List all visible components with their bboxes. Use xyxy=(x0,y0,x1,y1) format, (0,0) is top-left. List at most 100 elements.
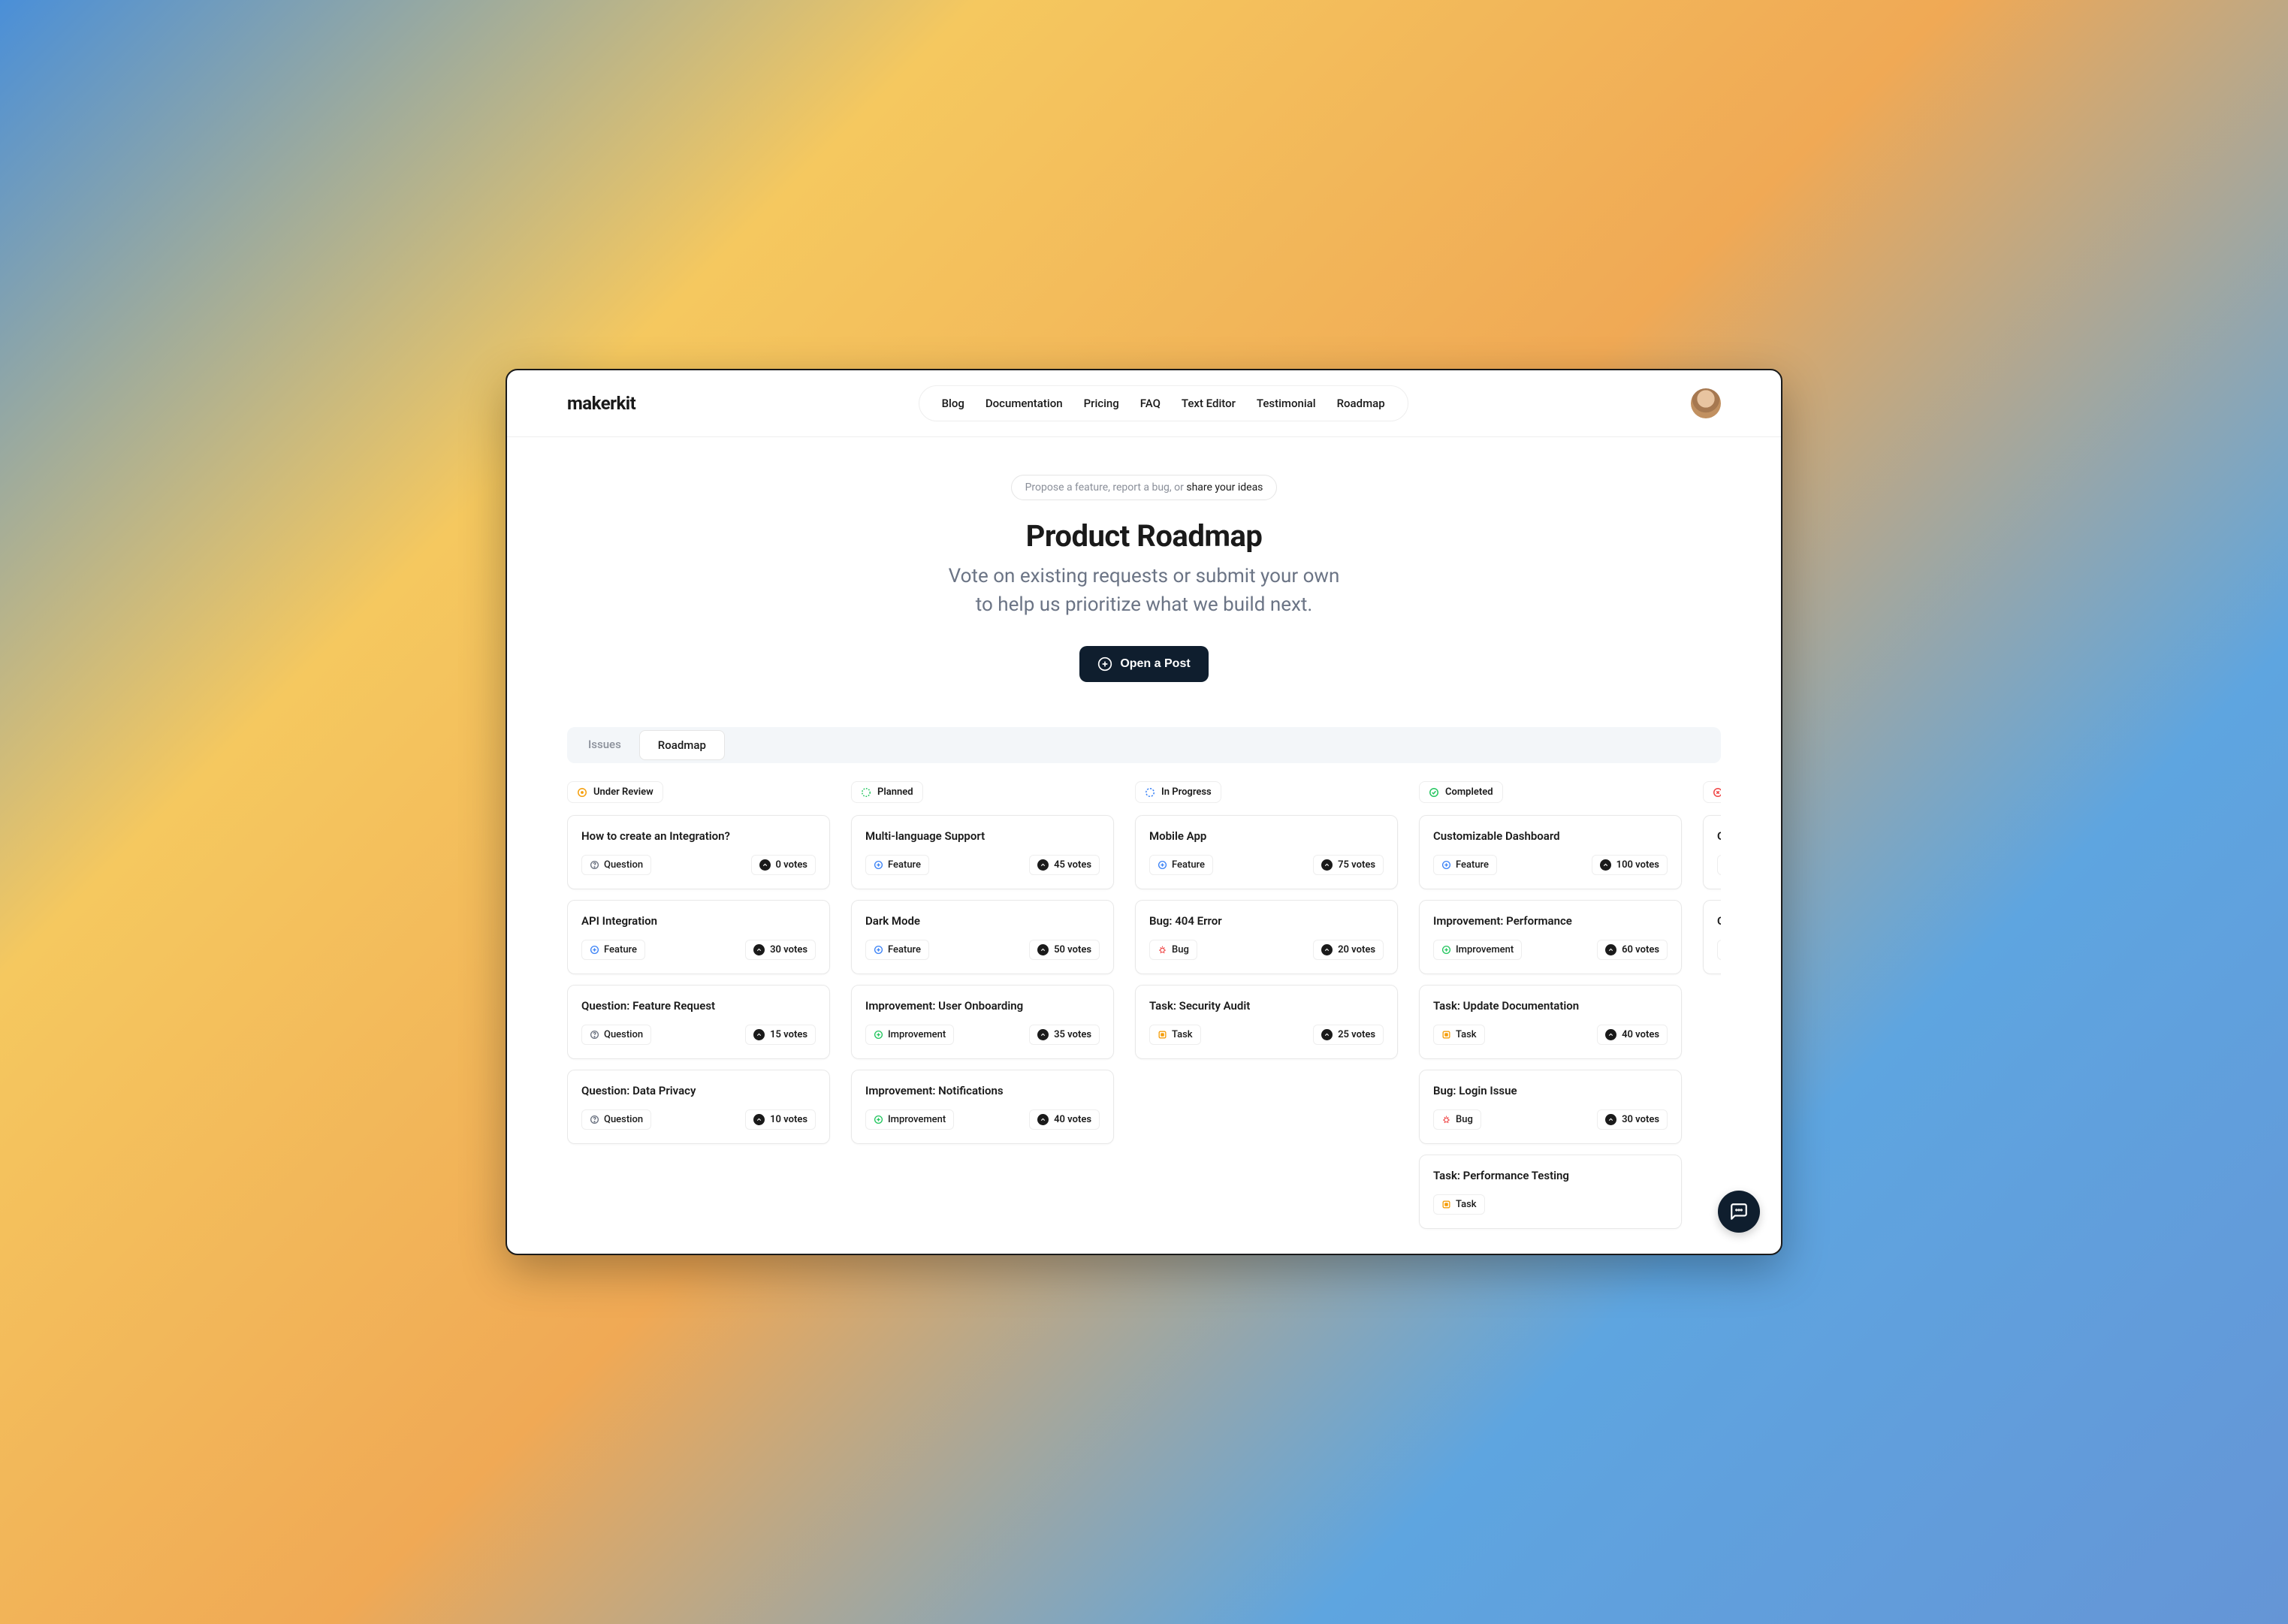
vote-button[interactable]: 25 votes xyxy=(1313,1025,1384,1045)
nav-documentation[interactable]: Documentation xyxy=(978,391,1070,416)
question-icon xyxy=(590,860,599,870)
nav-testimonial[interactable]: Testimonial xyxy=(1249,391,1324,416)
upvote-icon xyxy=(1605,944,1616,955)
roadmap-card[interactable]: Questi Qu xyxy=(1703,815,1721,889)
vote-button[interactable]: 35 votes xyxy=(1029,1025,1100,1045)
vote-button[interactable]: 40 votes xyxy=(1597,1025,1668,1045)
type-tag: Feature xyxy=(1149,855,1213,875)
type-tag: Feature xyxy=(865,940,929,960)
roadmap-card[interactable]: Dark Mode Feature 50 votes xyxy=(851,900,1114,974)
nav-faq[interactable]: FAQ xyxy=(1133,391,1168,416)
column-header: Planned xyxy=(851,781,923,803)
nav-roadmap[interactable]: Roadmap xyxy=(1330,391,1393,416)
vote-button[interactable]: 0 votes xyxy=(751,855,816,875)
vote-button[interactable]: 50 votes xyxy=(1029,940,1100,960)
card-footer: Question 15 votes xyxy=(581,1025,816,1045)
column-name: Under Review xyxy=(593,786,653,798)
roadmap-card[interactable]: Mobile App Feature 75 votes xyxy=(1135,815,1398,889)
card-title: Task: Security Audit xyxy=(1149,999,1384,1013)
vote-count: 35 votes xyxy=(1054,1029,1091,1040)
vote-count: 20 votes xyxy=(1338,944,1375,955)
card-footer: Improvement 60 votes xyxy=(1433,940,1668,960)
type-label: Task xyxy=(1456,1199,1477,1210)
cta-label: Open a Post xyxy=(1120,657,1190,671)
vote-button[interactable]: 60 votes xyxy=(1597,940,1668,960)
upvote-icon xyxy=(1321,944,1333,955)
roadmap-card[interactable]: Bug: 404 Error Bug 20 votes xyxy=(1135,900,1398,974)
logo[interactable]: makerkit xyxy=(567,393,635,414)
card-title: Question: Feature Request xyxy=(581,999,816,1013)
hero: Propose a feature, report a bug, or shar… xyxy=(567,475,1721,682)
type-tag: Qu xyxy=(1717,940,1721,960)
type-tag: Feature xyxy=(1433,855,1497,875)
card-footer: Task 25 votes xyxy=(1149,1025,1384,1045)
plus-circle-icon xyxy=(874,1115,883,1124)
column-name: In Progress xyxy=(1161,786,1212,798)
roadmap-card[interactable]: Multi-language Support Feature 45 votes xyxy=(851,815,1114,889)
vote-button[interactable]: 75 votes xyxy=(1313,855,1384,875)
type-tag: Task xyxy=(1149,1025,1201,1045)
plus-circle-icon xyxy=(1097,657,1112,672)
vote-button[interactable]: 40 votes xyxy=(1029,1109,1100,1130)
card-footer: Question 10 votes xyxy=(581,1109,816,1130)
roadmap-card[interactable]: Task: Performance Testing Task xyxy=(1419,1155,1682,1229)
review-icon xyxy=(577,787,587,798)
type-label: Feature xyxy=(1456,859,1489,871)
kanban-board[interactable]: Under Review How to create an Integratio… xyxy=(567,781,1721,1254)
roadmap-card[interactable]: Question: Feature Request Question 15 vo… xyxy=(567,985,830,1059)
upvote-icon xyxy=(1321,1029,1333,1040)
chat-button[interactable] xyxy=(1718,1191,1760,1233)
column-name: Planned xyxy=(877,786,913,798)
card-footer: Task xyxy=(1433,1194,1668,1215)
roadmap-card[interactable]: How to create an Integration? Question 0… xyxy=(567,815,830,889)
type-label: Question xyxy=(604,859,643,871)
upvote-icon xyxy=(753,1114,765,1125)
type-label: Question xyxy=(604,1029,643,1040)
main-nav: BlogDocumentationPricingFAQText EditorTe… xyxy=(919,385,1408,421)
tab-issues[interactable]: Issues xyxy=(570,730,639,760)
vote-button[interactable]: 30 votes xyxy=(1597,1109,1668,1130)
open-post-button[interactable]: Open a Post xyxy=(1079,646,1208,682)
plus-circle-icon xyxy=(874,1030,883,1040)
chip-dark-text: share your ideas xyxy=(1186,481,1263,494)
type-label: Feature xyxy=(604,944,637,955)
upvote-icon xyxy=(753,1029,765,1040)
roadmap-card[interactable]: Improvement: Notifications Improvement 4… xyxy=(851,1070,1114,1144)
nav-blog[interactable]: Blog xyxy=(934,391,972,416)
vote-button[interactable]: 15 votes xyxy=(745,1025,816,1045)
avatar[interactable] xyxy=(1691,388,1721,418)
card-footer: Feature 75 votes xyxy=(1149,855,1384,875)
vote-button[interactable]: 10 votes xyxy=(745,1109,816,1130)
roadmap-card[interactable]: Questi Qu xyxy=(1703,900,1721,974)
column-in-progress: In Progress Mobile App Feature 75 votes … xyxy=(1135,781,1398,1239)
column-under-review: Under Review How to create an Integratio… xyxy=(567,781,830,1239)
column-closed: Closed Questi Qu Questi Qu xyxy=(1703,781,1721,1239)
vote-button[interactable]: 100 votes xyxy=(1592,855,1668,875)
nav-pricing[interactable]: Pricing xyxy=(1076,391,1127,416)
type-tag: Bug xyxy=(1149,940,1197,960)
upvote-icon xyxy=(753,944,765,955)
hero-chip[interactable]: Propose a feature, report a bug, or shar… xyxy=(1011,475,1278,500)
card-title: Improvement: Notifications xyxy=(865,1084,1100,1097)
roadmap-card[interactable]: Task: Update Documentation Task 40 votes xyxy=(1419,985,1682,1059)
upvote-icon xyxy=(1037,859,1049,871)
card-title: Improvement: Performance xyxy=(1433,914,1668,928)
type-tag: Task xyxy=(1433,1025,1485,1045)
vote-button[interactable]: 30 votes xyxy=(745,940,816,960)
upvote-icon xyxy=(1037,1029,1049,1040)
roadmap-card[interactable]: Question: Data Privacy Question 10 votes xyxy=(567,1070,830,1144)
vote-button[interactable]: 20 votes xyxy=(1313,940,1384,960)
vote-button[interactable]: 45 votes xyxy=(1029,855,1100,875)
roadmap-card[interactable]: Customizable Dashboard Feature 100 votes xyxy=(1419,815,1682,889)
type-label: Question xyxy=(604,1114,643,1125)
vote-count: 75 votes xyxy=(1338,859,1375,871)
roadmap-card[interactable]: Task: Security Audit Task 25 votes xyxy=(1135,985,1398,1059)
roadmap-card[interactable]: Improvement: Performance Improvement 60 … xyxy=(1419,900,1682,974)
tab-roadmap[interactable]: Roadmap xyxy=(639,730,725,760)
roadmap-card[interactable]: API Integration Feature 30 votes xyxy=(567,900,830,974)
plus-circle-icon xyxy=(590,945,599,955)
roadmap-card[interactable]: Bug: Login Issue Bug 30 votes xyxy=(1419,1070,1682,1144)
roadmap-card[interactable]: Improvement: User Onboarding Improvement… xyxy=(851,985,1114,1059)
type-label: Feature xyxy=(888,944,921,955)
nav-text-editor[interactable]: Text Editor xyxy=(1174,391,1243,416)
